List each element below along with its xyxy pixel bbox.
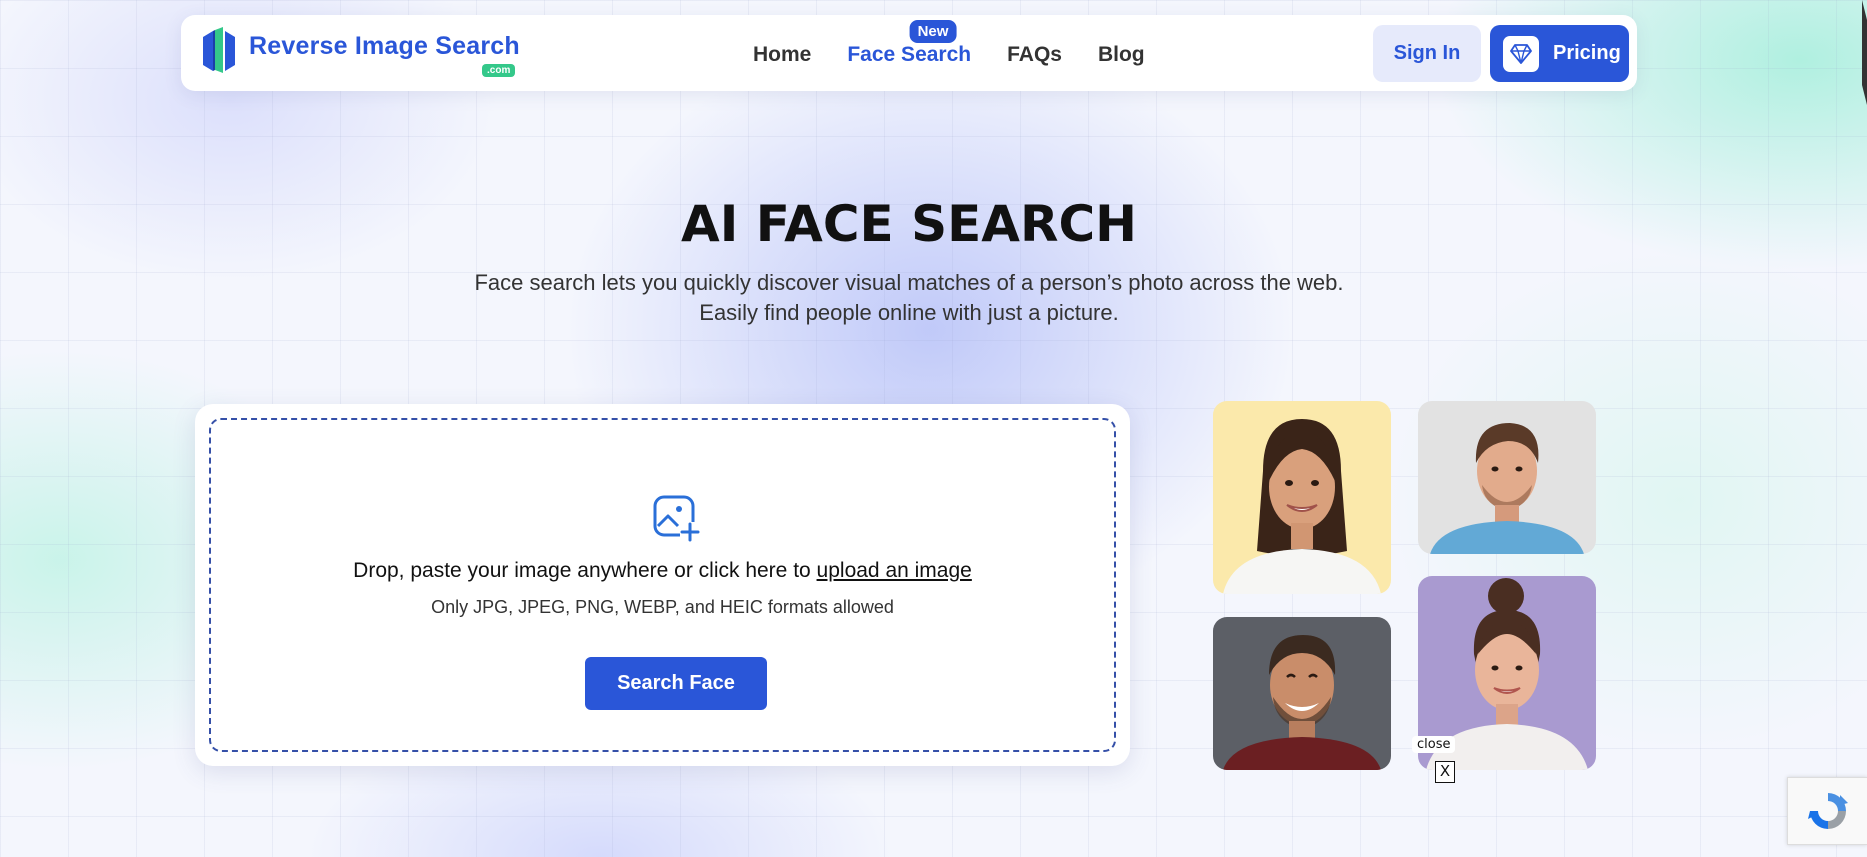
example-face-man-blue-shirt[interactable] [1418,401,1596,554]
recaptcha-icon [1807,793,1848,829]
example-face-woman-smiling[interactable] [1213,401,1391,594]
subtitle-line-2: Easily find people online with just a pi… [699,300,1119,325]
close-button[interactable]: X [1435,761,1455,783]
logo-icon [203,27,235,73]
nav-link-face-search[interactable]: Face Search [847,43,971,67]
logo-text: Reverse Image Search [249,31,520,60]
pricing-button[interactable]: Pricing [1490,25,1629,82]
drop-text: Drop, paste your image anywhere or click… [353,559,817,582]
drop-instructions: Drop, paste your image anywhere or click… [211,559,1114,583]
main-nav: Home Face Search FAQs Blog [753,43,1181,67]
scrollbar[interactable] [1862,0,1867,105]
page-subtitle: Face search lets you quickly discover vi… [0,268,1818,328]
image-plus-icon [653,495,700,542]
nav-link-faqs[interactable]: FAQs [1007,43,1062,67]
diamond-icon [1503,35,1539,72]
sign-in-button[interactable]: Sign In [1373,25,1481,82]
close-label: close [1412,736,1456,753]
upload-card: Drop, paste your image anywhere or click… [195,404,1130,766]
pricing-label: Pricing [1553,42,1621,64]
new-badge: New [909,20,957,43]
nav-link-blog[interactable]: Blog [1098,43,1145,67]
recaptcha-badge[interactable] [1787,777,1867,845]
example-face-man-laughing[interactable] [1213,617,1391,770]
site-logo[interactable]: Reverse Image Search [199,27,520,73]
nav-link-home[interactable]: Home [753,43,811,67]
page-title: AI FACE SEARCH [681,195,1137,253]
allowed-formats-text: Only JPG, JPEG, PNG, WEBP, and HEIC form… [431,597,894,617]
image-dropzone[interactable]: Drop, paste your image anywhere or click… [209,418,1116,752]
subtitle-line-1: Face search lets you quickly discover vi… [474,270,1344,295]
logo-domain-badge: .com [482,64,516,77]
upload-image-link[interactable]: upload an image [817,559,972,582]
search-face-button[interactable]: Search Face [585,657,767,710]
